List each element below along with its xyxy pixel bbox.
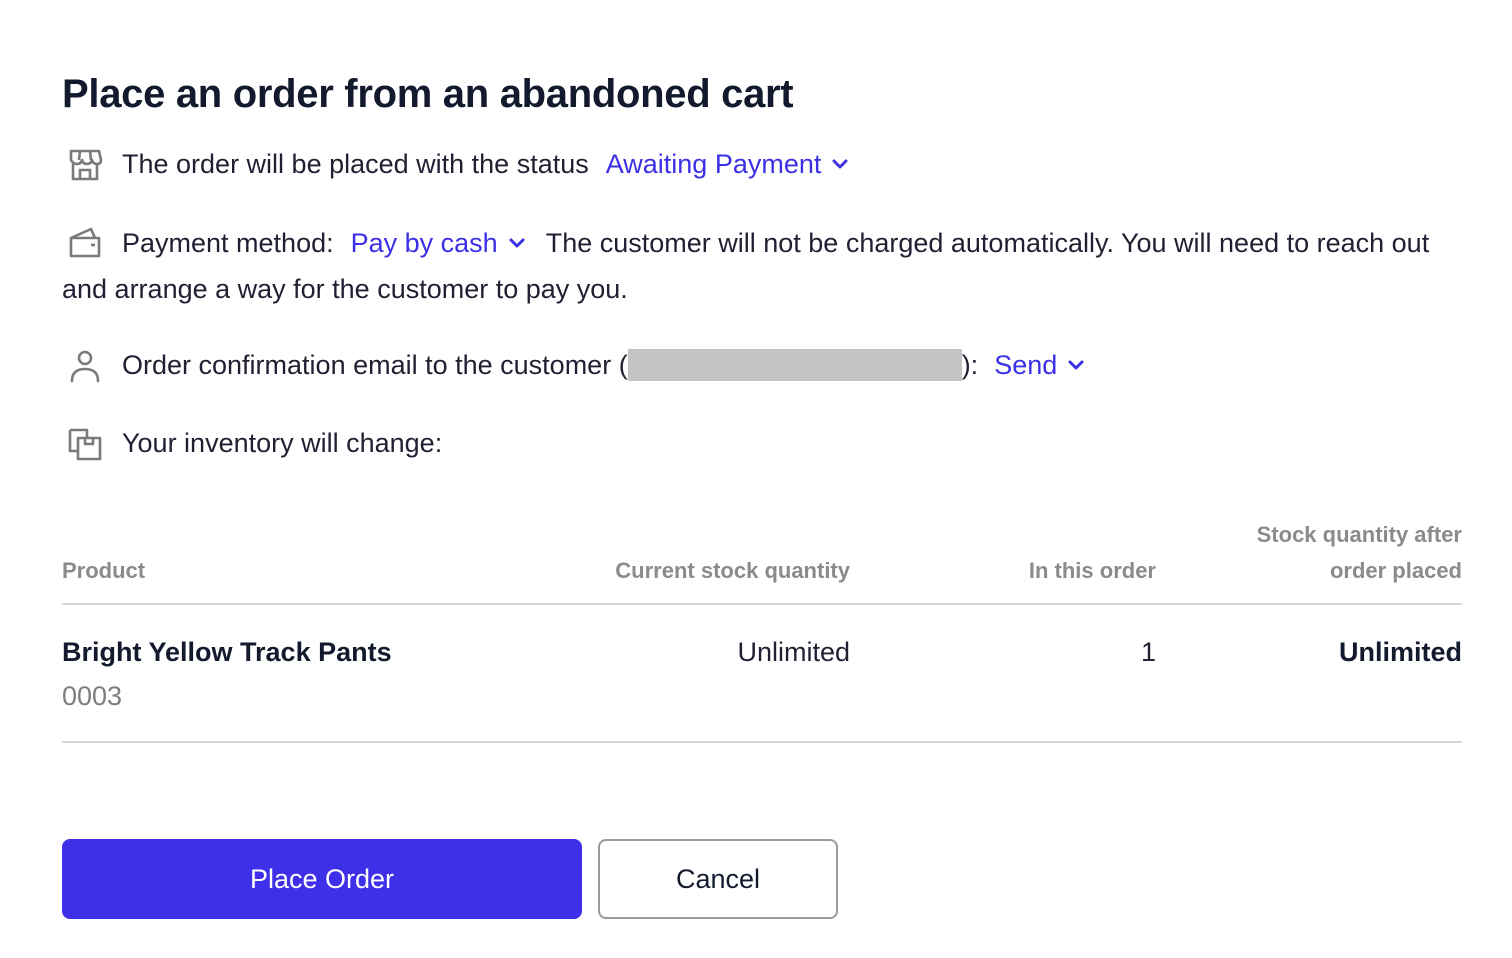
user-icon <box>70 350 100 383</box>
redacted-customer-email <box>627 349 962 381</box>
column-header-stock-after: Stock quantity after order placed <box>1257 517 1462 589</box>
email-send-dropdown[interactable]: Send <box>994 342 1085 388</box>
order-status-value: Awaiting Payment <box>605 149 822 179</box>
chevron-down-icon <box>509 238 525 248</box>
table-row-divider <box>62 741 1462 743</box>
wallet-icon <box>69 227 101 258</box>
chevron-down-icon <box>1068 360 1084 370</box>
column-header-stock-after-line2: order placed <box>1329 558 1462 583</box>
payment-row: Payment method: Pay by cash The customer w… <box>62 220 1462 312</box>
store-icon <box>69 149 103 181</box>
product-sku: 0003 <box>62 681 123 711</box>
product-name: Bright Yellow Track Pants <box>62 637 392 667</box>
payment-method-label: Payment method: <box>122 228 334 258</box>
inventory-icon <box>68 428 102 461</box>
column-header-product: Product <box>62 558 146 583</box>
payment-method-value: Pay by cash <box>350 228 498 258</box>
current-stock-value: Unlimited <box>737 637 850 667</box>
inventory-label: Your inventory will change: <box>122 428 443 458</box>
in-order-value: 1 <box>1140 637 1156 667</box>
status-label: The order will be placed with the status <box>122 149 589 179</box>
email-send-value: Send <box>994 350 1058 380</box>
place-order-dialog: Place an order from an abandoned cart Th… <box>0 0 1512 958</box>
column-header-in-order: In this order <box>1028 558 1156 583</box>
table-header-divider <box>62 603 1462 605</box>
order-status-dropdown[interactable]: Awaiting Payment <box>606 141 850 187</box>
column-header-stock-after-line1: Stock quantity after <box>1256 522 1462 547</box>
place-order-button[interactable]: Place Order <box>62 839 582 919</box>
chevron-down-icon <box>832 159 848 169</box>
stock-after-value: Unlimited <box>1338 637 1462 667</box>
email-label: Order confirmation email to the customer… <box>122 350 628 380</box>
email-label-end: ): <box>961 350 979 380</box>
column-header-current-stock: Current stock quantity <box>615 558 850 583</box>
dialog-title: Place an order from an abandoned cart <box>62 72 794 116</box>
cancel-button[interactable]: Cancel <box>598 839 838 919</box>
payment-method-dropdown[interactable]: Pay by cash <box>351 220 526 266</box>
